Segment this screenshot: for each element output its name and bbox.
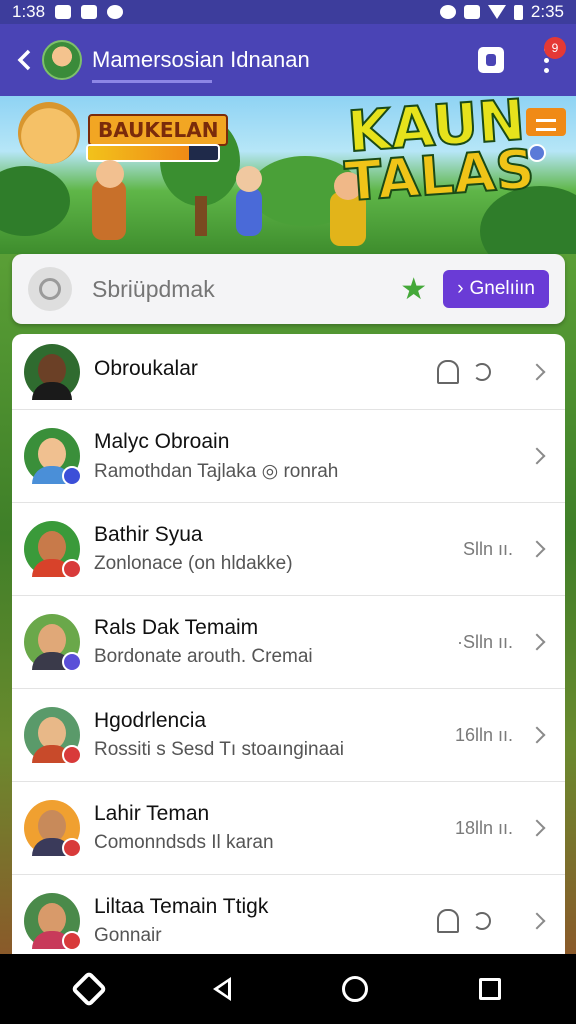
online-button[interactable]: › Gnelıiın xyxy=(443,270,549,308)
banner-menu-icon[interactable] xyxy=(526,108,566,136)
last-message: Zonlonace (on hldakke) xyxy=(94,553,293,574)
notification-badge: 9 xyxy=(544,37,566,59)
banner-badge: BAUKELAN xyxy=(88,114,229,146)
progress-fill xyxy=(88,146,190,160)
bell-icon[interactable] xyxy=(437,909,459,933)
status-badge xyxy=(62,838,82,858)
status-bar: 1:38 2:35 xyxy=(0,0,576,24)
battery-icon xyxy=(513,4,523,20)
group-avatar[interactable] xyxy=(42,40,82,80)
contact-list: Obroukalar Malyc Obroain Ramothdan Tajlaka… xyxy=(12,334,565,954)
list-item[interactable]: Malyc Obroain Ramothdan Tajlaka ◎ ronrah xyxy=(12,410,565,503)
last-message: Bordonate arouth. Cremai xyxy=(94,646,313,667)
message-icon xyxy=(55,5,72,19)
contact-name: Lahir Teman xyxy=(94,802,210,825)
status-time: 1:38 xyxy=(12,2,46,21)
avatar[interactable] xyxy=(24,707,82,765)
chevron-right-icon[interactable] xyxy=(528,633,546,651)
avatar[interactable] xyxy=(24,614,82,672)
avatar[interactable] xyxy=(24,893,82,951)
game-banner[interactable]: BAUKELAN KAUN TALAS xyxy=(0,96,576,254)
app-bar: Mamersosiаn Idnanan 9 xyxy=(0,24,576,96)
list-item-text: Bathir Syua Zonlonace (on hldakke) xyxy=(94,523,463,575)
contact-name: Malyc Obroain xyxy=(94,429,230,453)
contact-name: Hgodrlencia xyxy=(94,709,207,732)
chevron-right-icon[interactable] xyxy=(528,819,546,837)
home-diamond-icon[interactable] xyxy=(70,970,107,1008)
star-icon[interactable]: ★ xyxy=(400,272,427,307)
back-arrow-icon[interactable] xyxy=(12,48,36,72)
last-message: Comonndsds Il karan xyxy=(94,832,274,853)
list-item-text: Liltaa Temain Ttigk Gonnair xyxy=(94,895,437,947)
list-item[interactable]: Hgodrlencia Rossiti s Sesd Tı stoaınginaa… xyxy=(12,689,565,782)
status-badge xyxy=(62,559,82,579)
mute-icon xyxy=(463,5,480,19)
list-item[interactable]: Liltaa Temain Ttigk Gonnair xyxy=(12,875,565,954)
banner-info-icon[interactable] xyxy=(528,144,546,162)
nav-home-icon[interactable] xyxy=(341,976,368,1002)
status-clock: 2:35 xyxy=(530,2,564,21)
wifi-icon xyxy=(487,5,506,19)
character-2 xyxy=(236,166,262,236)
last-message: Gonnair xyxy=(94,925,162,946)
page-title: Mamersosiаn Idnanan xyxy=(92,37,310,83)
chevron-right-icon[interactable] xyxy=(528,363,546,380)
online-button-label: Gnelıiın xyxy=(469,278,535,299)
row-actions xyxy=(437,909,491,933)
avatar[interactable] xyxy=(24,521,82,579)
bell-icon[interactable] xyxy=(437,359,459,384)
mascot-character xyxy=(18,102,80,164)
message-time: 16lln ıı. xyxy=(454,724,513,745)
nav-recents-icon[interactable] xyxy=(478,978,501,1000)
contact-name: Bathir Syua xyxy=(94,523,203,546)
avatar[interactable] xyxy=(24,428,82,486)
nav-back-icon[interactable] xyxy=(212,977,231,1001)
list-item-text: Hgodrlencia Rossiti s Sesd Tı stoaınginaa… xyxy=(94,709,455,761)
chevron-right-icon[interactable] xyxy=(528,912,546,930)
list-item-text: Rals Dak Temaim Bordonate arouth. Cremai xyxy=(94,616,457,668)
status-badge xyxy=(62,931,82,951)
status-badge xyxy=(62,652,82,672)
message-time: Slln ıı. xyxy=(462,538,513,559)
chevron-right-icon: › xyxy=(457,278,464,299)
search-icon[interactable] xyxy=(28,267,72,311)
list-item[interactable]: Obroukalar xyxy=(12,334,565,410)
chevron-right-icon[interactable] xyxy=(528,447,546,465)
app-notification-icon xyxy=(81,5,98,19)
last-message: Rossiti s Sesd Tı stoaınginaai xyxy=(94,739,344,760)
contact-name: Obroukalar xyxy=(94,356,198,380)
contact-name: Rals Dak Temaim xyxy=(94,616,259,639)
navigation-bar xyxy=(0,954,576,1024)
list-item[interactable]: Rals Dak Temaim Bordonate arouth. Cremai ·… xyxy=(12,596,565,689)
search-input[interactable] xyxy=(92,275,401,303)
vibrate-icon xyxy=(439,5,456,19)
list-item[interactable]: Bathir Syua Zonlonace (on hldakke) Slln ıı… xyxy=(12,503,565,596)
video-call-icon[interactable] xyxy=(478,47,504,73)
message-time: 18lln ıı. xyxy=(454,817,513,838)
game-logo: KAUN TALAS xyxy=(342,96,537,215)
list-item[interactable]: Lahir Teman Comonndsds Il karan 18lln ıı. xyxy=(12,782,565,875)
more-options-icon[interactable]: 9 xyxy=(536,37,566,73)
avatar[interactable] xyxy=(24,800,82,858)
message-time: ·Slln ıı. xyxy=(456,631,513,652)
list-item-text: Lahir Teman Comonndsds Il karan xyxy=(94,802,455,854)
list-item-text: Obroukalar xyxy=(94,357,437,387)
level-progress-bar xyxy=(86,144,220,162)
contact-name: Liltaa Temain Ttigk xyxy=(94,895,269,918)
chevron-right-icon[interactable] xyxy=(528,726,546,744)
row-actions xyxy=(437,359,491,384)
last-message: Ramothdan Tajlaka ◎ ronrah xyxy=(94,460,339,482)
search-bar: ★ › Gnelıiın xyxy=(12,254,565,324)
mute-icon[interactable] xyxy=(473,912,491,930)
character-1 xyxy=(92,160,126,240)
status-badge xyxy=(62,466,82,486)
notification-icon xyxy=(107,5,124,19)
status-badge xyxy=(62,745,82,765)
chevron-right-icon[interactable] xyxy=(528,540,546,558)
mute-icon[interactable] xyxy=(473,362,491,381)
list-item-text: Malyc Obroain Ramothdan Tajlaka ◎ ronrah xyxy=(94,430,531,483)
avatar[interactable] xyxy=(24,343,80,400)
